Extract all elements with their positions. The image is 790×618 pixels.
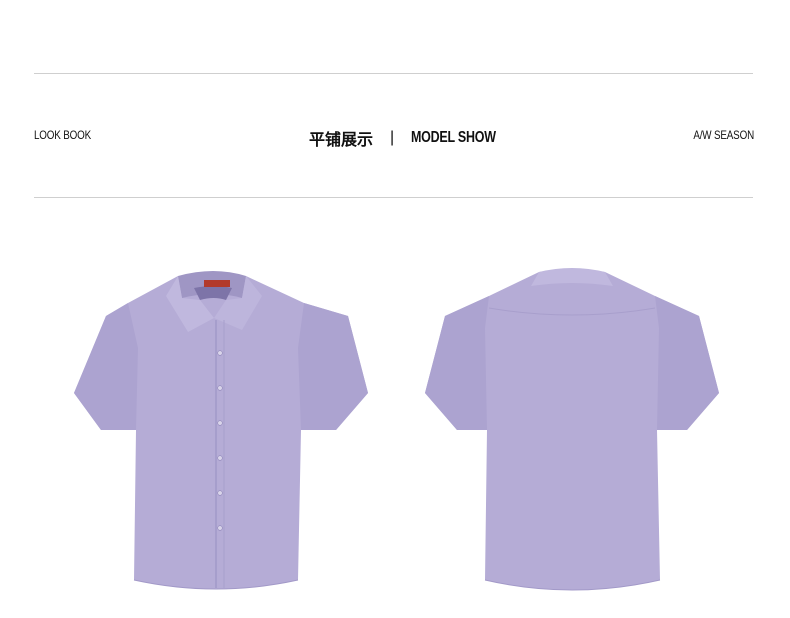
- season-label: A/W SEASON: [693, 128, 754, 142]
- section-title-cn: 平铺展示: [309, 132, 374, 149]
- shirt-back-image: [425, 268, 719, 591]
- look-book-label: LOOK BOOK: [34, 128, 92, 142]
- bottom-divider: [34, 197, 753, 198]
- section-title-en: MODEL SHOW: [411, 129, 496, 146]
- top-divider: [34, 73, 753, 74]
- shirt-front-image: [74, 271, 368, 590]
- section-title: 平铺展示 | MODEL SHOW: [309, 126, 520, 150]
- title-separator: |: [390, 129, 395, 146]
